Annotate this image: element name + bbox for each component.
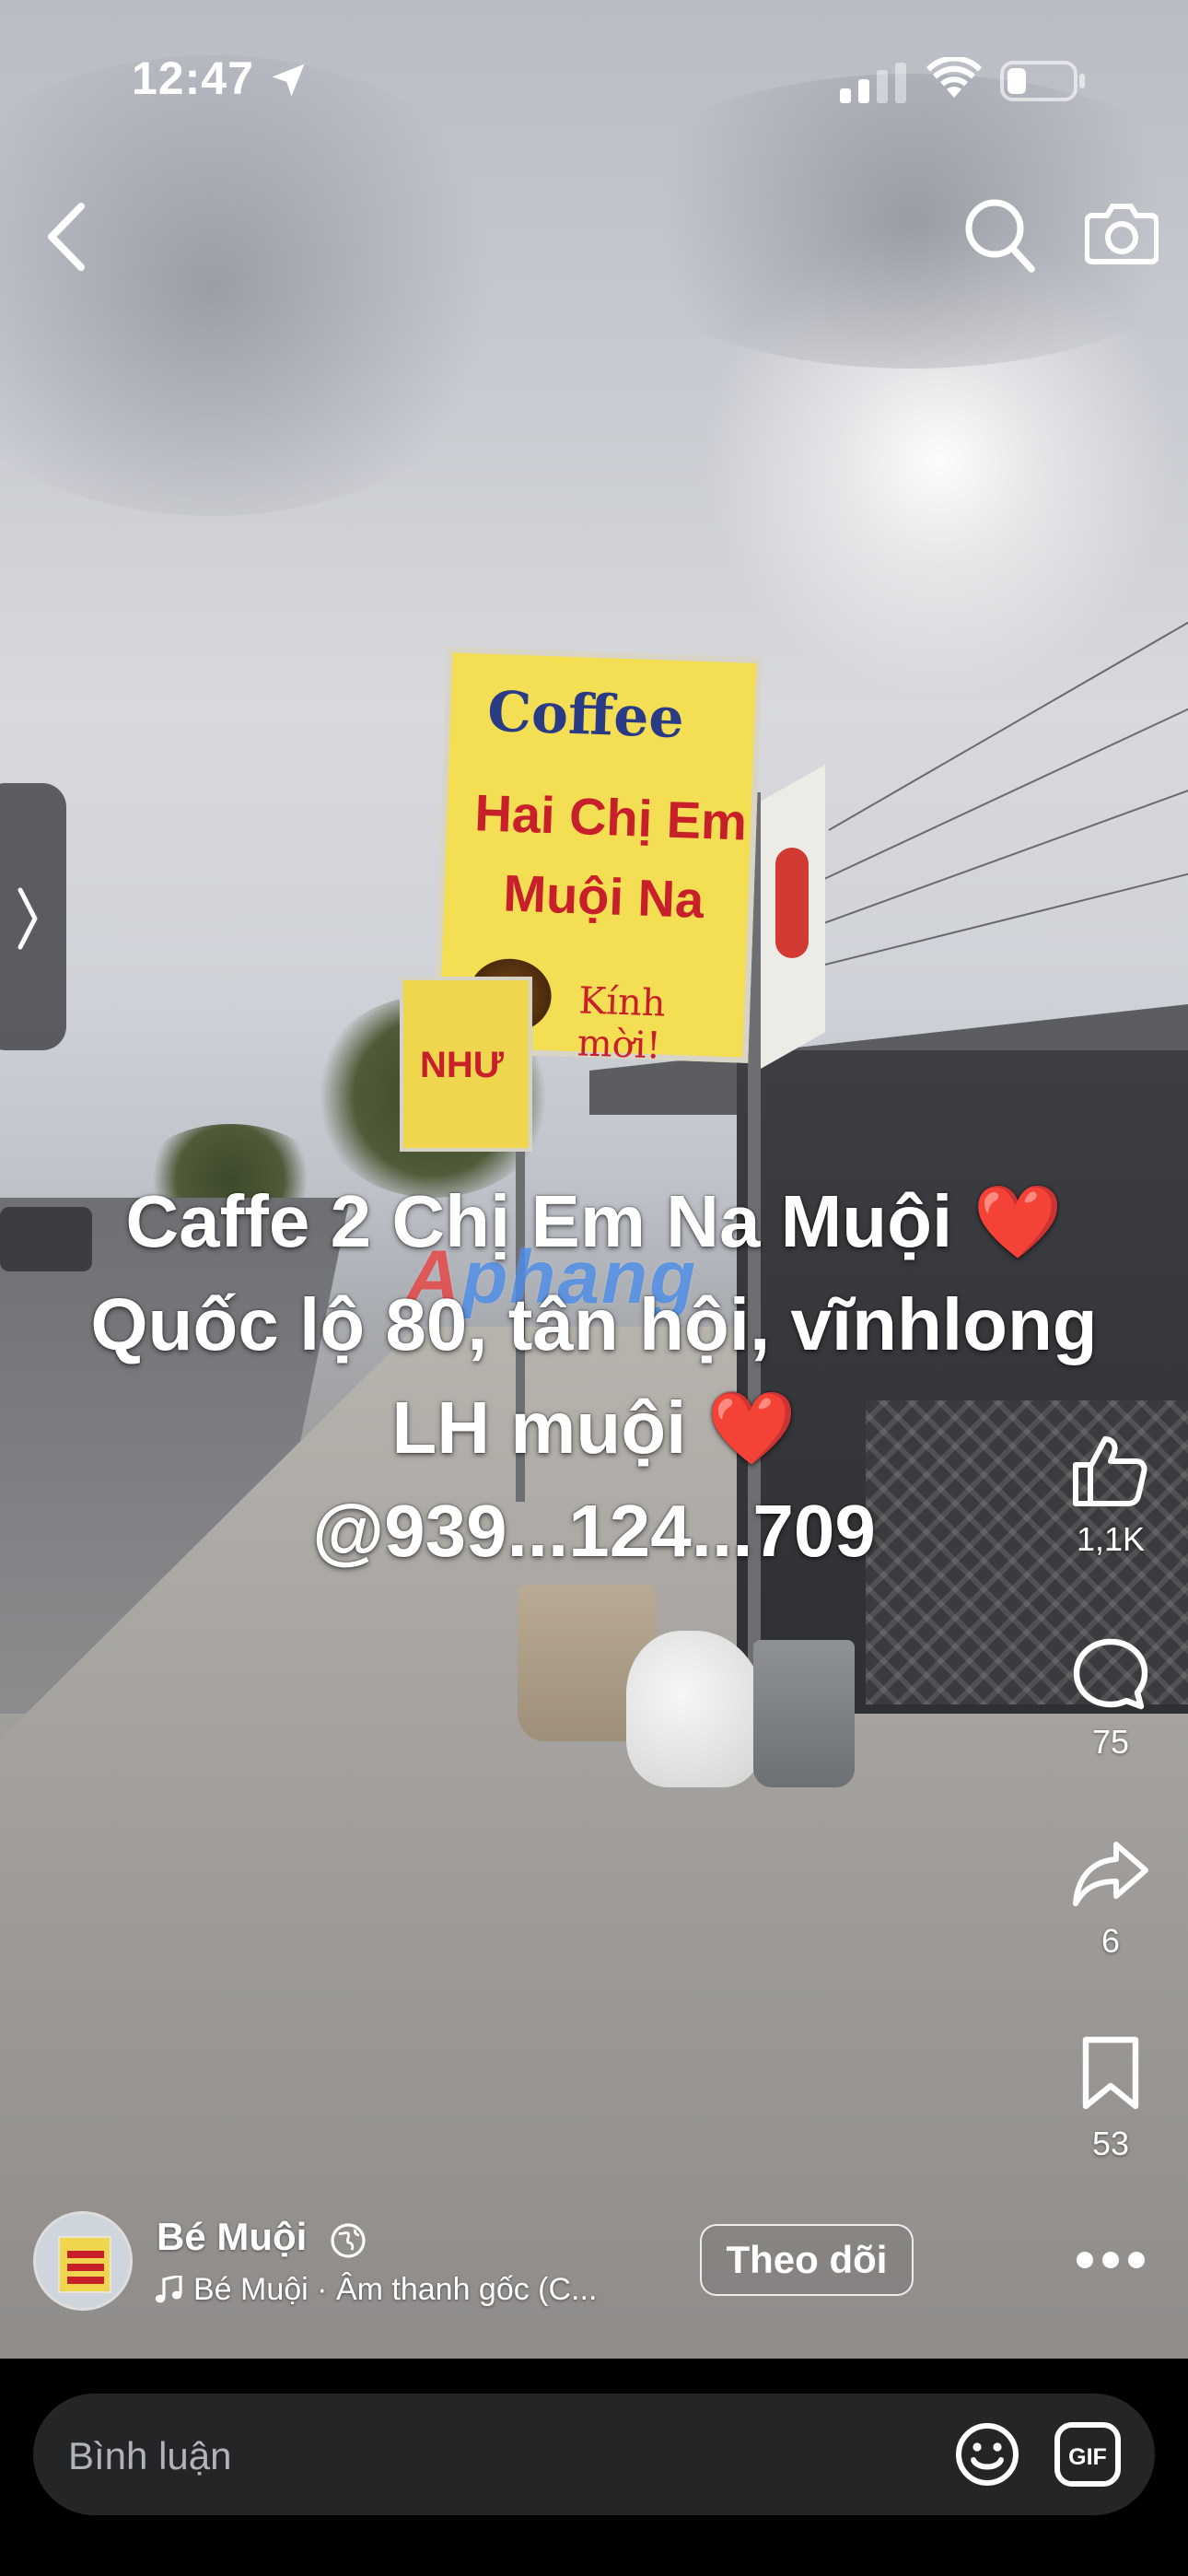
side-panel-handle[interactable] (0, 783, 66, 1050)
audio-label: Bé Muội · Âm thanh gốc (C... (193, 2272, 598, 2307)
bucket (753, 1640, 855, 1787)
comment-count: 75 (1091, 1723, 1130, 1761)
save-button[interactable]: 53 (1055, 2034, 1166, 2163)
power-line (809, 856, 1188, 969)
like-count: 1,1K (1076, 1520, 1146, 1558)
battery-icon (1000, 61, 1085, 101)
sign-text: Hai Chị Em (473, 783, 749, 851)
bookmark-icon (1082, 2036, 1139, 2110)
globe-icon (331, 2223, 366, 2258)
comment-placeholder: Bình luận (68, 2434, 232, 2477)
chevron-right-icon (17, 887, 38, 950)
comment-bubble-icon (1073, 1638, 1148, 1710)
status-time: 12:47 (132, 53, 254, 104)
like-button[interactable]: 1,1K (1055, 1434, 1166, 1559)
emoji-icon[interactable] (954, 2421, 1020, 2488)
sign-text: Muội Na (502, 863, 705, 930)
sign-text: Kính mời! (577, 979, 667, 1068)
music-note-icon (155, 2275, 182, 2302)
thumbs-up-icon (1073, 1436, 1147, 1506)
camera-icon[interactable] (1085, 201, 1159, 265)
caption-line: @939...124...709 (312, 1490, 876, 1572)
heart-emoji: ❤️ (706, 1388, 797, 1469)
side-sign (761, 765, 825, 1069)
gif-button[interactable]: GIF (1054, 2421, 1122, 2488)
power-line (809, 682, 1188, 886)
white-bag (626, 1631, 764, 1787)
wifi-icon (926, 57, 982, 98)
share-button[interactable]: 6 (1055, 1839, 1166, 1961)
caption-line: LH muội ❤️ (391, 1387, 797, 1469)
status-bar: 12:47 (0, 0, 1188, 157)
share-arrow-icon (1073, 1842, 1148, 1906)
back-chevron-icon[interactable] (37, 195, 101, 278)
power-line (800, 767, 1188, 932)
caption-line: Quốc lộ 80, tân hội, vĩnhlong (90, 1283, 1098, 1365)
share-count: 6 (1101, 1922, 1121, 1960)
small-sign: NHƯ (400, 977, 532, 1152)
gif-label: GIF (1068, 2444, 1107, 2470)
video-caption: Caffe 2 Chị Em Na Muội ❤️ Quốc lộ 80, tâ… (0, 1170, 1188, 1583)
sign-text: NHƯ (420, 1045, 504, 1085)
cellular-signal-icon (840, 63, 906, 103)
more-options-icon[interactable] (1076, 2239, 1146, 2281)
caption-line: Caffe 2 Chị Em Na Muội ❤️ (125, 1180, 1063, 1262)
sign-text: Coffee (486, 679, 685, 752)
location-arrow-icon (272, 64, 305, 97)
avatar[interactable] (33, 2211, 133, 2311)
avatar-sign-image (58, 2236, 111, 2293)
gif-icon: GIF (1054, 2422, 1121, 2487)
follow-button[interactable]: Theo dõi (700, 2224, 914, 2296)
comment-input[interactable]: Bình luận GIF (33, 2394, 1155, 2515)
comment-button[interactable]: 75 (1055, 1638, 1166, 1762)
heart-emoji: ❤️ (973, 1181, 1063, 1262)
audio-track[interactable]: Bé Muội · Âm thanh gốc (C... (155, 2272, 597, 2308)
search-icon[interactable] (963, 195, 1037, 275)
author-name[interactable]: Bé Muội (157, 2215, 307, 2259)
save-count: 53 (1091, 2125, 1130, 2162)
comment-bar: Bình luận GIF (0, 2360, 1188, 2576)
